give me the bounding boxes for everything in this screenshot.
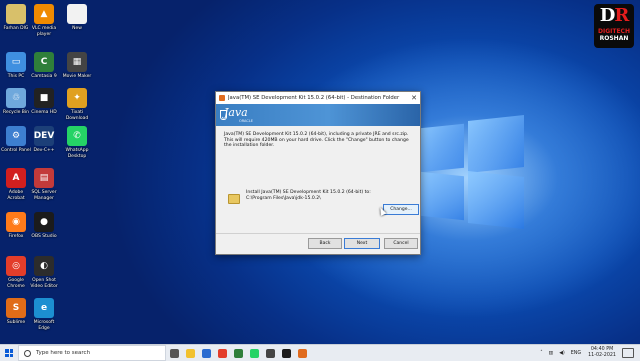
app-icon: e: [34, 298, 54, 318]
desktop-icon-label: New: [72, 26, 82, 31]
app-icon: ●: [34, 212, 54, 232]
divider: [216, 233, 420, 234]
app-icon: ⚙: [6, 126, 26, 146]
desktop-icon-label: SQL Server Manager: [31, 190, 57, 201]
desktop-icon-label: Microsoft Edge: [33, 320, 55, 331]
installer-titlebar[interactable]: Java(TM) SE Development Kit 15.0.2 (64-b…: [216, 92, 420, 104]
camtasia-icon[interactable]: [230, 345, 246, 361]
whatsapp-icon[interactable]: [246, 345, 262, 361]
app-icon: ♲: [6, 88, 26, 108]
channel-watermark: DR DIGITECH ROSHAN: [594, 4, 634, 48]
windows-start-icon: [5, 349, 13, 357]
language-indicator[interactable]: ENG: [571, 351, 581, 356]
desktop: Farhan DIG ▲ VLC media player New ▭ This PC C C…: [0, 0, 640, 344]
cancel-button[interactable]: Cancel: [384, 238, 418, 249]
desktop-icon-tixati-download[interactable]: ✦ Tixati Download: [61, 88, 93, 121]
volume-icon[interactable]: ◀): [559, 351, 565, 356]
start-button[interactable]: [0, 345, 18, 361]
network-icon[interactable]: ▥: [549, 351, 554, 356]
windows-logo-pane-br: [468, 171, 524, 229]
desktop-icon-open-shot-video-editor[interactable]: ◐ Open Shot Video Editor: [28, 256, 60, 289]
app-icon: S: [6, 298, 26, 318]
app-icon: ■: [34, 88, 54, 108]
desktop-icon-movie-maker[interactable]: ▦ Movie Maker: [61, 52, 93, 80]
app-icon: ▭: [6, 52, 26, 72]
windows-logo-pane-tl: [420, 123, 464, 173]
desktop-icon-whatsapp-desktop[interactable]: ✆ WhatsApp Desktop: [61, 126, 93, 159]
installer-window: Java(TM) SE Development Kit 15.0.2 (64-b…: [215, 91, 421, 255]
desktop-icon-sql-server-manager[interactable]: ▤ SQL Server Manager: [28, 168, 60, 201]
back-button[interactable]: Back: [308, 238, 342, 249]
chevron-up-icon[interactable]: ˄: [540, 351, 542, 356]
clock[interactable]: 04:40 PM 11-02-2021: [588, 347, 616, 359]
desktop-icon-label: WhatsApp Desktop: [65, 148, 89, 159]
app-icon: ▤: [34, 168, 54, 188]
app-icon: [6, 4, 26, 24]
installer-title: Java(TM) SE Development Kit 15.0.2 (64-b…: [228, 95, 400, 101]
folder-icon: [228, 194, 240, 204]
app-icon: ◉: [6, 212, 26, 232]
app-icon: ◎: [6, 256, 26, 276]
app-icon: ▦: [67, 52, 87, 72]
notifications-icon[interactable]: [622, 348, 634, 358]
desktop-icon-obs-studio[interactable]: ● OBS Studio: [28, 212, 60, 240]
search-icon: [24, 349, 31, 357]
app-icon: ▲: [34, 4, 54, 24]
desktop-icon-cinema-hd[interactable]: ■ Cinema HD: [28, 88, 60, 116]
media-icon[interactable]: [262, 345, 278, 361]
task-view-icon[interactable]: [166, 345, 182, 361]
install-to-text: Install Java(TM) SE Development Kit 15.0…: [246, 190, 371, 202]
clock-date: 11-02-2021: [588, 353, 616, 358]
desktop-icon-camtasia-9[interactable]: C Camtasia 9: [28, 52, 60, 80]
desktop-icon-microsoft-edge[interactable]: e Microsoft Edge: [28, 298, 60, 331]
desktop-icon-label: OBS Studio: [31, 234, 57, 239]
desktop-icon-label: Dev-C++: [33, 148, 55, 153]
app-icon: DEV: [34, 126, 54, 146]
java-banner: Java ORACLE: [216, 104, 420, 126]
desktop-icon-label: Cinema HD: [31, 110, 57, 115]
app-icon: [67, 4, 87, 24]
taskbar: Type here to search ˄ ▥ ◀) ENG 04:40 PM …: [0, 344, 640, 361]
java-app-icon: [219, 95, 225, 101]
app-icon: C: [34, 52, 54, 72]
desktop-icon-label: VLC media player: [31, 26, 57, 37]
watermark-line1: DIGITECH: [598, 28, 630, 35]
java-logo-text: Java: [224, 106, 248, 119]
next-button[interactable]: Next: [344, 238, 380, 249]
windows-logo-pane-bl: [420, 171, 464, 221]
app-icon: ◐: [34, 256, 54, 276]
app-icon: A: [6, 168, 26, 188]
close-icon[interactable]: ✕: [408, 94, 420, 102]
installer-description: Java(TM) SE Development Kit 15.0.2 (64-b…: [224, 132, 409, 149]
system-tray: ˄ ▥ ◀) ENG 04:40 PM 11-02-2021: [537, 345, 640, 361]
oracle-text: ORACLE: [239, 119, 253, 123]
search-placeholder: Type here to search: [36, 350, 91, 356]
obs-icon[interactable]: [278, 345, 294, 361]
store-icon[interactable]: [198, 345, 214, 361]
windows-logo-pane-tr: [468, 115, 524, 173]
desktop-icon-vlc-media-player[interactable]: ▲ VLC media player: [28, 4, 60, 37]
file-explorer-icon[interactable]: [182, 345, 198, 361]
desktop-icon-label: Camtasia 9: [31, 74, 57, 79]
watermark-logo: DR: [599, 5, 630, 26]
taskbar-apps: [166, 345, 310, 361]
change-button[interactable]: Change...: [383, 204, 419, 215]
app-icon: ✦: [67, 88, 87, 108]
java-icon[interactable]: [294, 345, 310, 361]
desktop-icon-dev-c-[interactable]: DEV Dev-C++: [28, 126, 60, 154]
desktop-icon-label: Movie Maker: [62, 74, 92, 79]
app-icon: ✆: [67, 126, 87, 146]
desktop-icon-new[interactable]: New: [61, 4, 93, 32]
chrome-icon[interactable]: [214, 345, 230, 361]
watermark-line2: ROSHAN: [599, 35, 629, 42]
install-path: C:\Program Files\Java\jdk-15.0.2\: [246, 196, 321, 201]
desktop-icon-label: Open Shot Video Editor: [30, 278, 58, 289]
taskbar-search[interactable]: Type here to search: [18, 345, 166, 361]
desktop-icon-label: Tixati Download: [65, 110, 89, 121]
